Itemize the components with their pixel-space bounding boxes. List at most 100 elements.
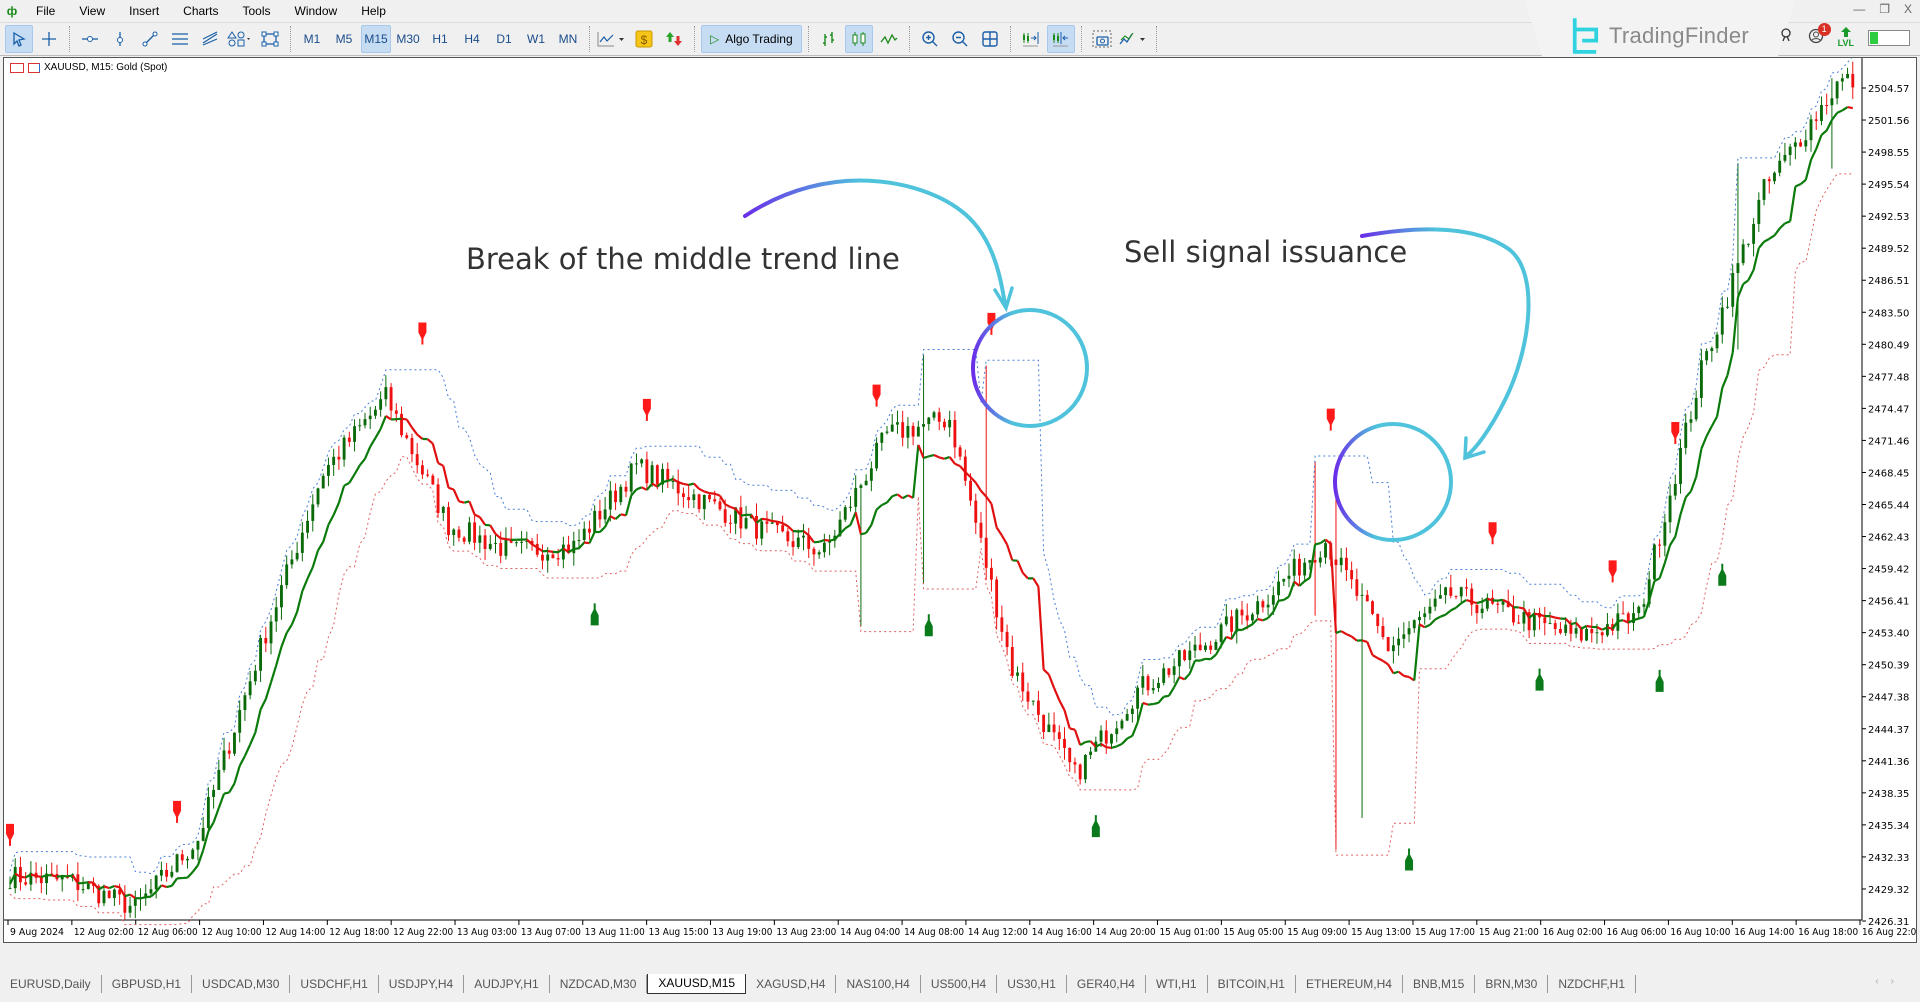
trading-button[interactable]: $ — [630, 25, 658, 53]
chart-tab[interactable]: USDCHF,H1 — [290, 975, 379, 993]
close-button[interactable]: X — [1904, 2, 1912, 16]
tile-windows-button[interactable] — [976, 25, 1004, 53]
candle-bull — [1151, 688, 1155, 691]
middle-trend-line-segment — [1434, 615, 1441, 621]
menu-window[interactable]: Window — [283, 0, 350, 22]
candle-bear — [19, 866, 22, 883]
timeframe-h1[interactable]: H1 — [425, 25, 455, 53]
candle-bull — [650, 465, 654, 484]
timeframe-mn[interactable]: MN — [553, 25, 583, 53]
fibonacci-button[interactable] — [196, 25, 224, 53]
chart-tab[interactable]: ETHEREUM,H4 — [1296, 975, 1403, 993]
middle-trend-line-segment — [1841, 106, 1849, 112]
candle-bull — [582, 528, 586, 541]
indicator-list-button[interactable] — [1118, 25, 1150, 53]
chart-tab[interactable]: USDCAD,M30 — [192, 975, 291, 993]
timeframe-h4[interactable]: H4 — [457, 25, 487, 53]
search-button[interactable] — [1780, 28, 1794, 47]
middle-trend-line-segment — [1106, 746, 1112, 749]
chart-tab[interactable]: USDJPY,H4 — [379, 975, 465, 993]
connection-status-bar[interactable] — [1868, 29, 1910, 46]
timeframe-d1[interactable]: D1 — [489, 25, 519, 53]
auto-scroll-button[interactable] — [1017, 25, 1045, 53]
chart-tab[interactable]: BNB,M15 — [1403, 975, 1476, 993]
timeframe-m5[interactable]: M5 — [329, 25, 359, 53]
toolbar-separator — [290, 26, 291, 52]
middle-trend-line-segment — [1142, 701, 1149, 706]
bar-chart-button[interactable] — [815, 25, 843, 53]
chart-tab[interactable]: BITCOIN,H1 — [1208, 975, 1296, 993]
menu-file[interactable]: File — [24, 0, 67, 22]
cursor-tool-button[interactable] — [5, 25, 33, 53]
chart-tab[interactable]: WTI,H1 — [1146, 975, 1208, 993]
horizontal-line-button[interactable] — [76, 25, 104, 53]
timeframe-m30[interactable]: M30 — [393, 25, 423, 53]
chart-tab[interactable]: BRN,M30 — [1475, 975, 1549, 993]
menu-tools[interactable]: Tools — [231, 0, 283, 22]
middle-trend-line-segment — [1715, 387, 1724, 417]
sell-signal-arrow — [6, 823, 14, 846]
shapes-button[interactable] — [226, 25, 254, 53]
chart-tab[interactable]: NZDCAD,M30 — [550, 975, 648, 993]
candle-bull — [1303, 562, 1307, 576]
middle-trend-line-segment — [1705, 425, 1713, 437]
candle-bull — [796, 537, 800, 548]
timeframe-m1[interactable]: M1 — [297, 25, 327, 53]
chart-tab[interactable]: GBPUSD,H1 — [102, 975, 193, 993]
candle-bull — [1130, 708, 1134, 715]
minimize-button[interactable]: — — [1853, 2, 1865, 16]
menu-view[interactable]: View — [67, 0, 117, 22]
candle-bull — [332, 456, 336, 465]
middle-trend-line-segment — [1147, 702, 1154, 706]
timeframe-w1[interactable]: W1 — [521, 25, 551, 53]
chart-tab[interactable]: NZDCHF,H1 — [1548, 975, 1637, 993]
chart-tab[interactable]: XAGUSD,H4 — [746, 975, 837, 993]
chart-tab[interactable]: US500,H4 — [921, 975, 998, 993]
screenshot-button[interactable] — [1088, 25, 1116, 53]
chart-tab[interactable]: NAS100,H4 — [836, 975, 921, 993]
chart-tab[interactable]: AUDJPY,H1 — [464, 975, 550, 993]
trendline-button[interactable] — [136, 25, 164, 53]
zoom-in-button[interactable] — [916, 25, 944, 53]
candle-bear — [1590, 628, 1594, 634]
chart-shift-button[interactable] — [1046, 25, 1075, 53]
candle-bear — [1230, 616, 1233, 632]
level-button[interactable]: LVL — [1838, 27, 1854, 48]
buy-sell-button[interactable] — [660, 25, 688, 53]
price-chart[interactable]: 2504.57 2501.56 2498.55 2495.54 2492.53 2489.… — [4, 58, 1916, 942]
middle-trend-line-segment — [772, 519, 778, 523]
object-frame-button[interactable] — [256, 25, 284, 53]
vertical-line-button[interactable] — [106, 25, 134, 53]
chart-tab[interactable]: XAUUSD,M15 — [647, 974, 747, 994]
indicators-dropdown-button[interactable] — [596, 25, 628, 53]
algo-trading-button[interactable]: ▷ Algo Trading — [701, 25, 802, 53]
menu-help[interactable]: Help — [349, 0, 398, 22]
candlestick-chart-button[interactable] — [844, 25, 873, 53]
channel-button[interactable] — [166, 25, 194, 53]
middle-trend-line-segment — [1173, 676, 1181, 688]
candle-bull — [1193, 644, 1197, 651]
chart-tab[interactable]: US30,H1 — [997, 975, 1067, 993]
chart-window[interactable]: XAUUSD, M15: Gold (Spot) 2504.57 2501.56 2… — [3, 57, 1917, 943]
candle-bull — [379, 399, 383, 410]
tab-scroll-arrows[interactable]: ‹› — [1875, 976, 1906, 987]
menu-charts[interactable]: Charts — [171, 0, 230, 22]
timeframe-m15[interactable]: M15 — [361, 25, 391, 53]
chart-tab[interactable]: GER40,H4 — [1067, 975, 1146, 993]
middle-trend-line-segment — [327, 514, 335, 526]
candle-bear — [791, 541, 795, 548]
line-chart-button[interactable] — [875, 25, 903, 53]
zoom-out-button[interactable] — [946, 25, 974, 53]
chart-tab[interactable]: EURUSD,Daily — [0, 975, 102, 993]
candle-bull — [488, 543, 492, 550]
restore-button[interactable]: ❐ — [1879, 2, 1890, 16]
candle-bull — [1778, 160, 1782, 173]
candle-bull — [1705, 351, 1709, 361]
toolbar-separator — [1080, 26, 1082, 52]
menu-insert[interactable]: Insert — [117, 0, 171, 22]
middle-trend-line-segment — [1617, 619, 1624, 623]
crosshair-tool-button[interactable] — [35, 25, 63, 53]
candle-bull — [671, 481, 675, 483]
middle-trend-line-segment — [385, 415, 392, 421]
notifications-button[interactable]: 1 — [1808, 23, 1831, 47]
